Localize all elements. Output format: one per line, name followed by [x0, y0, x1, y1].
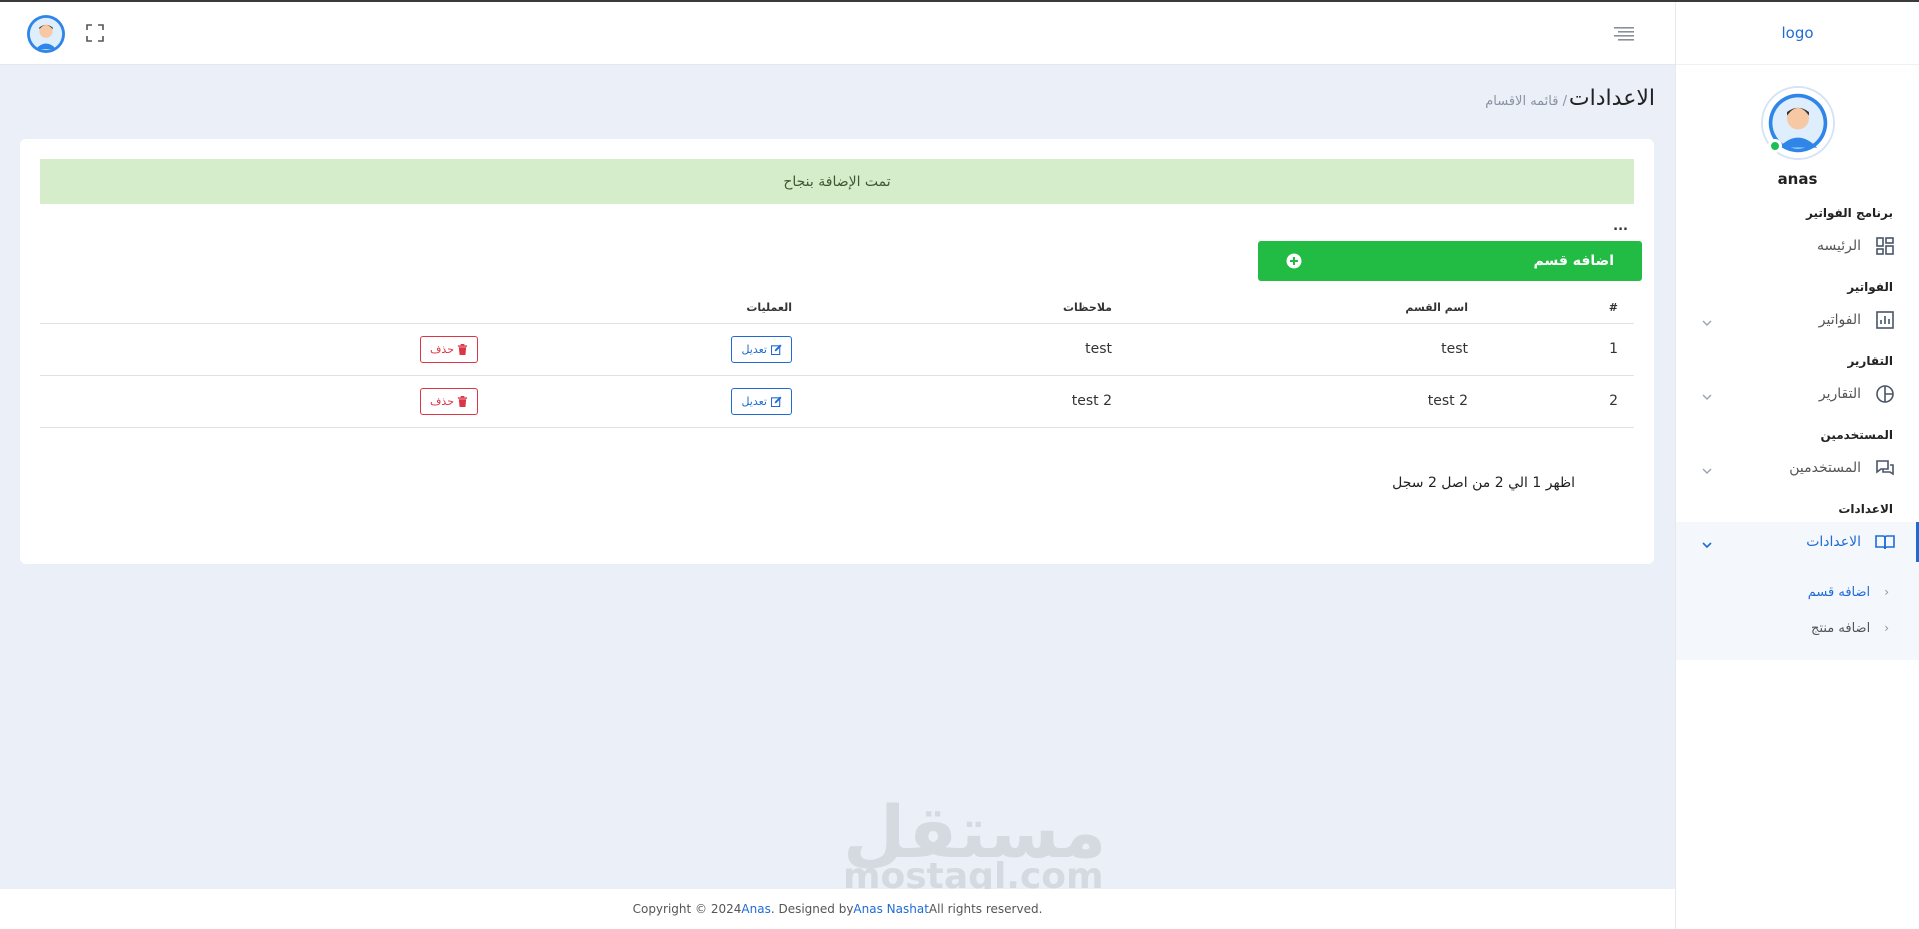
trash-icon [457, 343, 468, 355]
delete-label: حذف [430, 394, 454, 408]
submenu-add-product-label: اضافه منتج [1811, 620, 1871, 636]
footer-rights: All rights reserved. [928, 902, 1043, 916]
sidebar-item-home-label: الرئيسه [1817, 238, 1861, 254]
sidebar-profile: anas [1676, 65, 1919, 188]
edit-label: تعديل [741, 394, 767, 408]
content-card: تمت الإضافة بنجاح ... اضافه قسم # اسم ال… [20, 139, 1654, 564]
settings-submenu: › اضافه قسم › اضافه منتج [1676, 562, 1919, 660]
submenu-add-section-label: اضافه قسم [1807, 584, 1871, 600]
delete-label: حذف [430, 342, 454, 356]
sidebar-section-users: المستخدمين [1820, 428, 1893, 442]
dashboard-icon [1875, 236, 1895, 256]
sections-table: # اسم القسم ملاحظات العمليات 1 test test… [40, 293, 1634, 428]
breadcrumb[interactable]: / قائمه الاقسام [1485, 94, 1567, 109]
bar-chart-icon [1875, 310, 1895, 330]
cell-edit: تعديل [494, 323, 808, 376]
footer: Copyright © 2024 Anas . Designed by Anas… [0, 889, 1675, 929]
header-notes: ملاحظات [808, 293, 1128, 324]
header-operations: العمليات [40, 293, 808, 324]
cell-number: 1 [1484, 323, 1634, 376]
add-section-label: اضافه قسم [1533, 253, 1614, 269]
sidebar-item-users-label: المستخدمين [1789, 460, 1861, 476]
sidebar-section-settings: الاعدادات [1838, 502, 1893, 516]
sidebar-item-users[interactable]: المستخدمين [1676, 448, 1919, 488]
sidebar-item-settings[interactable]: الاعدادات [1676, 522, 1919, 562]
footer-copyright: Copyright © 2024 [632, 902, 742, 916]
footer-designer-link[interactable]: Anas Nashat [853, 902, 928, 916]
footer-designed-by: . Designed by [770, 902, 854, 916]
sidebar-item-settings-label: الاعدادات [1806, 534, 1861, 550]
sidebar-item-invoices-label: الفواتير [1818, 312, 1861, 328]
submenu-add-product[interactable]: › اضافه منتج [1676, 610, 1919, 646]
cell-notes: test [808, 323, 1128, 376]
sidebar-item-reports-label: التقارير [1818, 386, 1861, 402]
pie-chart-icon [1875, 384, 1895, 404]
book-open-icon [1875, 532, 1895, 552]
edit-label: تعديل [741, 342, 767, 356]
cell-section-name: test 2 [1128, 375, 1484, 428]
user-avatar[interactable] [27, 15, 65, 53]
chevron-down-icon [1701, 314, 1713, 326]
edit-button[interactable]: تعديل [731, 335, 792, 363]
plus-circle-icon [1286, 253, 1302, 269]
table-header-row: # اسم القسم ملاحظات العمليات [40, 293, 1634, 324]
sidebar: logo anas برنامج الفواتير الرئيسه الفوات… [1675, 2, 1919, 929]
sidebar-item-home[interactable]: الرئيسه [1676, 226, 1919, 266]
sidebar-section-reports: التقارير [1847, 354, 1893, 368]
top-navbar [0, 2, 1675, 65]
edit-icon [771, 343, 782, 355]
cell-number: 2 [1484, 375, 1634, 428]
edit-icon [771, 395, 782, 407]
chevron-down-icon [1701, 388, 1713, 400]
chevron-right-icon: › [1884, 585, 1889, 599]
fullscreen-icon[interactable] [86, 24, 104, 42]
chevron-right-icon: › [1884, 621, 1889, 635]
chevron-down-icon [1701, 536, 1713, 549]
table-row: 2 test 2 test 2 تعديل حذف [40, 375, 1634, 428]
delete-button[interactable]: حذف [420, 387, 478, 415]
sidebar-item-reports[interactable]: التقارير [1676, 374, 1919, 414]
menu-toggle-icon[interactable] [1614, 26, 1634, 42]
cell-edit: تعديل [494, 375, 808, 428]
header-number: # [1484, 293, 1634, 324]
more-options-icon[interactable]: ... [1613, 219, 1628, 234]
logo-broken-image: logo [1781, 24, 1814, 42]
sidebar-item-invoices[interactable]: الفواتير [1676, 300, 1919, 340]
sidebar-section-app: برنامج الفواتير [1806, 206, 1893, 220]
submenu-add-section[interactable]: › اضافه قسم [1676, 574, 1919, 610]
table-row: 1 test test تعديل حذف [40, 323, 1634, 376]
logo[interactable]: logo [1676, 2, 1919, 65]
delete-button[interactable]: حذف [420, 335, 478, 363]
cell-notes: test 2 [808, 375, 1128, 428]
sidebar-section-invoices: الفواتير [1847, 280, 1893, 294]
chevron-down-icon [1701, 462, 1713, 474]
cell-delete: حذف [40, 323, 494, 376]
success-alert: تمت الإضافة بنجاح [40, 159, 1634, 204]
footer-brand-link[interactable]: Anas [741, 902, 770, 916]
header-section-name: اسم القسم [1128, 293, 1484, 324]
online-status-dot [1767, 139, 1782, 153]
edit-button[interactable]: تعديل [731, 387, 792, 415]
pagination-info: اظهر 1 الي 2 من اصل 2 سجل [1392, 475, 1575, 491]
page-title: الاعدادات [1568, 86, 1655, 111]
add-section-button[interactable]: اضافه قسم [1258, 241, 1642, 281]
cell-delete: حذف [40, 375, 494, 428]
profile-avatar[interactable] [1762, 88, 1833, 158]
trash-icon [457, 395, 468, 407]
sidebar-username: anas [1777, 170, 1818, 188]
cell-section-name: test [1128, 323, 1484, 376]
watermark: مستقل mostaql.com [843, 793, 1104, 895]
chat-bubbles-icon [1875, 458, 1895, 478]
